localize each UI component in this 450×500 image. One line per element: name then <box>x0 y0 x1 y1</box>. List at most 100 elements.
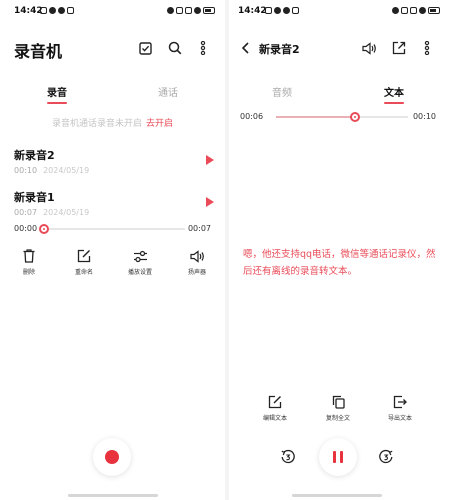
more-vertical-icon[interactable] <box>419 40 435 56</box>
home-indicator <box>68 494 158 497</box>
recording-detail-screen: 14:42 新录音2 音频 文本 00:06 00:10 嗯，他还支持qq电话，… <box>229 0 450 500</box>
delete-button[interactable]: 删除 <box>9 248 49 276</box>
recording-name: 新录音1 <box>14 191 55 204</box>
playback-progress: 00:06 00:10 <box>240 112 436 122</box>
recording-duration: 00:07 <box>14 208 38 217</box>
home-indicator <box>292 494 382 497</box>
edit-text-button[interactable]: 编辑文本 <box>255 394 295 422</box>
sim-icon <box>176 7 183 14</box>
progress-knob[interactable] <box>350 112 361 122</box>
tab-label: 录音 <box>47 88 67 99</box>
recording-duration: 00:10 <box>14 166 38 175</box>
tab-text[interactable]: 文本 <box>374 84 414 104</box>
notice-text: 录音机通话录音未开启 <box>51 119 142 129</box>
pause-icon <box>333 451 336 463</box>
app-notification-icon <box>67 7 74 14</box>
playback-settings-button[interactable]: 播放设置 <box>120 248 160 276</box>
more-vertical-icon[interactable] <box>195 40 211 56</box>
message-notification-icon <box>274 7 281 14</box>
export-icon <box>392 394 408 410</box>
tab-indicator <box>47 102 67 104</box>
battery-icon <box>428 7 440 14</box>
playback-progress: 00:00 00:07 <box>14 224 211 234</box>
copy-icon <box>330 394 346 410</box>
progress-fill <box>276 116 356 118</box>
call-recording-notice: 录音机通话录音未开启 去开启 <box>0 116 225 129</box>
record-button[interactable] <box>93 438 131 476</box>
search-icon[interactable] <box>167 40 183 56</box>
total-time: 00:07 <box>187 224 211 233</box>
edit-icon <box>267 394 283 410</box>
system-icons <box>167 7 215 14</box>
tab-calls[interactable]: 通话 <box>148 84 188 99</box>
total-time: 00:10 <box>412 112 436 121</box>
signal-icon <box>185 7 192 14</box>
location-icon <box>58 7 65 14</box>
status-time: 14:42 <box>14 6 43 16</box>
back-icon[interactable] <box>237 40 253 56</box>
battery-icon <box>203 7 215 14</box>
trash-icon <box>21 248 37 264</box>
copy-all-button[interactable]: 复制全文 <box>318 394 358 422</box>
wifi-icon <box>194 7 201 14</box>
speaker-icon[interactable] <box>361 40 377 56</box>
recording-meta: 00:10 2024/05/19 <box>14 166 214 175</box>
status-bar: 14:42 <box>229 6 450 20</box>
checkbox-icon[interactable] <box>137 40 153 56</box>
action-label: 播放设置 <box>127 269 152 276</box>
recording-name: 新录音2 <box>14 149 55 162</box>
progress-track[interactable] <box>39 224 185 234</box>
recording-date: 2024/05/19 <box>43 208 90 217</box>
app-notification-icon <box>292 7 299 14</box>
export-text-button[interactable]: 导出文本 <box>380 394 420 422</box>
speaker-icon <box>189 248 205 264</box>
enable-link[interactable]: 去开启 <box>146 119 173 129</box>
list-item[interactable]: 新录音2 00:10 2024/05/19 <box>14 147 214 181</box>
action-label: 导出文本 <box>387 415 412 422</box>
action-label: 复制全文 <box>325 415 350 422</box>
action-label: 编辑文本 <box>262 415 287 422</box>
recording-meta: 00:07 2024/05/19 <box>14 208 214 217</box>
sim-icon <box>401 7 408 14</box>
forward-3s-icon[interactable] <box>377 448 395 466</box>
progress-knob[interactable] <box>39 224 49 234</box>
rename-button[interactable]: 重命名 <box>64 248 104 276</box>
wifi-icon <box>419 7 426 14</box>
tab-label: 文本 <box>384 88 404 99</box>
app-notification-icon <box>265 7 272 14</box>
share-icon[interactable] <box>391 40 407 56</box>
notification-icons <box>40 7 74 14</box>
tab-indicator <box>384 102 404 104</box>
rewind-3s-icon[interactable] <box>279 448 297 466</box>
pause-button[interactable] <box>319 438 357 476</box>
status-time: 14:42 <box>238 6 267 16</box>
sliders-icon <box>132 248 148 264</box>
tab-audio[interactable]: 音频 <box>262 84 302 99</box>
play-icon[interactable] <box>206 197 214 207</box>
pause-icon <box>340 451 343 463</box>
app-notification-icon <box>40 7 47 14</box>
action-label: 删除 <box>22 269 35 276</box>
location-icon <box>283 7 290 14</box>
page-title: 录音机 <box>14 42 63 61</box>
recording-list-screen: 14:42 录音机 录音 通话 录音机通话录音未开启 去开启 新录音2 00:1… <box>0 0 225 500</box>
alarm-icon <box>392 7 399 14</box>
tab-label: 音频 <box>272 88 292 99</box>
current-time: 00:06 <box>240 112 264 121</box>
message-notification-icon <box>49 7 56 14</box>
action-label: 扬声器 <box>187 269 206 276</box>
recording-date: 2024/05/19 <box>43 166 90 175</box>
notification-icons <box>265 7 299 14</box>
edit-icon <box>76 248 92 264</box>
list-item[interactable]: 新录音1 00:07 2024/05/19 <box>14 189 214 223</box>
play-icon[interactable] <box>206 155 214 165</box>
signal-icon <box>410 7 417 14</box>
current-time: 00:00 <box>14 224 38 233</box>
recording-title: 新录音2 <box>259 43 300 56</box>
tab-recordings[interactable]: 录音 <box>37 84 77 104</box>
speaker-button[interactable]: 扬声器 <box>177 248 217 276</box>
tab-label: 通话 <box>158 88 178 99</box>
progress-track[interactable] <box>276 112 408 122</box>
system-icons <box>392 7 440 14</box>
action-label: 重命名 <box>74 269 93 276</box>
